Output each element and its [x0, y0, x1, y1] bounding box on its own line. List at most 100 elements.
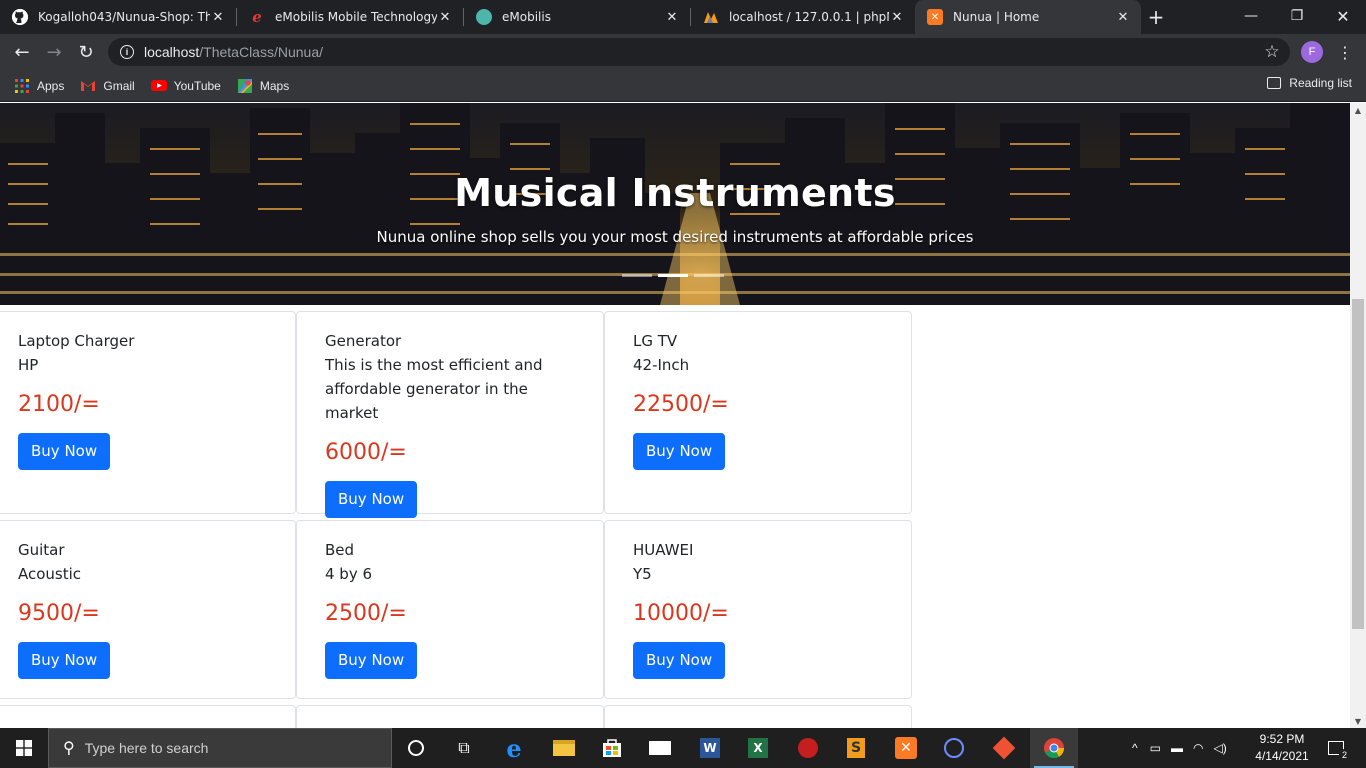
- scrollbar-thumb[interactable]: [1352, 299, 1364, 629]
- page-viewport: Musical Instruments Nunua online shop se…: [0, 103, 1350, 728]
- buy-now-button[interactable]: Buy Now: [18, 433, 111, 470]
- reading-list-button[interactable]: Reading list: [1267, 76, 1352, 90]
- microsoft-store-icon[interactable]: [588, 728, 636, 768]
- bookmark-youtube[interactable]: YouTube: [150, 78, 221, 94]
- carousel-indicator-2[interactable]: [658, 274, 688, 277]
- window-close-button[interactable]: ✕: [1320, 0, 1366, 32]
- carousel-indicator-3[interactable]: [694, 274, 724, 277]
- product-description: This is the most efficient and affordabl…: [325, 356, 543, 422]
- product-card-partial: [604, 705, 912, 728]
- taskbar-clock[interactable]: 9:52 PM 4/14/2021: [1252, 731, 1312, 765]
- product-description: 42-Inch: [633, 356, 690, 374]
- task-view-icon[interactable]: ⧉: [440, 728, 488, 768]
- page-scrollbar[interactable]: ▲ ▼: [1350, 103, 1366, 728]
- volume-icon[interactable]: ◁): [1213, 741, 1226, 755]
- tab-title: localhost / 127.0.0.1 | phpMyA: [729, 10, 889, 24]
- edge-browser-icon[interactable]: e: [490, 728, 538, 768]
- close-icon[interactable]: ✕: [437, 9, 453, 25]
- forward-arrow-icon[interactable]: →: [42, 40, 66, 64]
- product-price: 6000/=: [325, 440, 407, 465]
- restore-button[interactable]: ❐: [1274, 0, 1320, 32]
- product-price: 10000/=: [633, 601, 729, 626]
- profile-avatar[interactable]: F: [1301, 41, 1323, 63]
- wifi-icon[interactable]: ◠: [1193, 741, 1203, 755]
- excel-icon[interactable]: X: [734, 728, 782, 768]
- git-icon[interactable]: [980, 728, 1028, 768]
- close-icon[interactable]: ✕: [889, 9, 905, 25]
- product-card: LG TV 42-Inch 22500/= Buy Now: [604, 311, 912, 514]
- word-icon[interactable]: W: [686, 728, 734, 768]
- bookmark-gmail[interactable]: Gmail: [80, 78, 135, 94]
- battery-icon[interactable]: ▬: [1171, 741, 1183, 755]
- new-tab-button[interactable]: +: [1141, 0, 1171, 34]
- minimize-button[interactable]: —: [1228, 0, 1274, 32]
- scroll-up-arrow-icon[interactable]: ▲: [1350, 103, 1366, 117]
- reload-icon[interactable]: ↻: [74, 40, 98, 64]
- kebab-menu-icon[interactable]: ⋮: [1333, 40, 1357, 64]
- tab-emobilis[interactable]: eMobilis ✕: [464, 0, 690, 34]
- product-name: LG TV: [633, 332, 678, 350]
- bookmark-apps[interactable]: Apps: [14, 78, 64, 94]
- search-placeholder: Type here to search: [84, 740, 209, 756]
- tab-title: eMobilis: [502, 10, 551, 24]
- close-icon[interactable]: ✕: [210, 9, 226, 25]
- buy-now-button[interactable]: Buy Now: [18, 642, 111, 679]
- notification-count: 2: [1339, 749, 1350, 760]
- chevron-up-icon[interactable]: ^: [1132, 741, 1138, 755]
- bookmark-label: YouTube: [173, 78, 221, 93]
- bookmark-label: Gmail: [103, 78, 135, 93]
- product-description: 4 by 6: [325, 565, 373, 583]
- emobilis-globe-icon: [476, 9, 492, 25]
- xampp-icon: ✕: [927, 9, 943, 25]
- tab-emobilis-tech[interactable]: e eMobilis Mobile Technology In ✕: [237, 0, 463, 34]
- bookmarks-bar: Apps Gmail YouTube Maps: [0, 70, 1366, 102]
- emobilis-e-icon: e: [252, 8, 262, 26]
- app-red-icon[interactable]: [784, 728, 832, 768]
- bookmark-maps[interactable]: Maps: [237, 78, 289, 94]
- start-button[interactable]: [0, 728, 48, 768]
- hero-subtitle: Nunua online shop sells you your most de…: [376, 228, 974, 246]
- tab-github[interactable]: Kogalloh043/Nunua-Shop: Thi ✕: [0, 0, 236, 34]
- close-icon[interactable]: ✕: [664, 9, 680, 25]
- product-card: Laptop Charger HP 2100/= Buy Now: [0, 311, 296, 514]
- cortana-icon[interactable]: [392, 728, 440, 768]
- hero-title: Musical Instruments: [454, 171, 896, 215]
- product-card: Guitar Acoustic 9500/= Buy Now: [0, 520, 296, 699]
- address-bar[interactable]: i localhost/ThetaClass/Nunua/: [108, 38, 1290, 66]
- browser-tab-strip: Kogalloh043/Nunua-Shop: Thi ✕ e eMobilis…: [0, 0, 1366, 34]
- reading-list-label: Reading list: [1289, 76, 1352, 90]
- tab-title: Nunua | Home: [953, 10, 1040, 24]
- meet-now-icon[interactable]: ▭: [1150, 741, 1161, 755]
- github-icon: [12, 9, 28, 25]
- product-description: Acoustic: [18, 565, 82, 583]
- gmail-icon: [80, 78, 96, 94]
- app-blue-icon[interactable]: [930, 728, 978, 768]
- clock-date: 4/14/2021: [1255, 749, 1309, 763]
- reading-list-icon: [1267, 77, 1282, 89]
- site-info-icon[interactable]: i: [120, 45, 134, 59]
- scroll-down-arrow-icon[interactable]: ▼: [1350, 714, 1366, 728]
- phpmyadmin-icon: [703, 9, 719, 25]
- tab-phpmyadmin[interactable]: localhost / 127.0.0.1 | phpMyA ✕: [691, 0, 915, 34]
- sublime-text-icon[interactable]: S: [832, 728, 880, 768]
- buy-now-button[interactable]: Buy Now: [633, 642, 726, 679]
- buy-now-button[interactable]: Buy Now: [633, 433, 726, 470]
- notification-center-icon[interactable]: 2: [1316, 728, 1356, 768]
- back-arrow-icon[interactable]: ←: [10, 40, 34, 64]
- search-icon: ⚲: [63, 740, 75, 757]
- xampp-taskbar-icon[interactable]: ✕: [882, 728, 930, 768]
- chrome-icon[interactable]: [1030, 728, 1078, 768]
- buy-now-button[interactable]: Buy Now: [325, 481, 418, 518]
- mail-icon[interactable]: [636, 728, 684, 768]
- buy-now-button[interactable]: Buy Now: [325, 642, 418, 679]
- close-icon[interactable]: ✕: [1115, 9, 1131, 25]
- bookmark-star-icon[interactable]: ☆: [1260, 40, 1284, 64]
- youtube-icon: [150, 78, 167, 94]
- tab-nunua-home[interactable]: ✕ Nunua | Home ✕: [915, 0, 1141, 34]
- product-name: Laptop Charger: [18, 332, 135, 350]
- taskbar-search-box[interactable]: ⚲ Type here to search: [48, 728, 392, 768]
- carousel-indicator-1[interactable]: [622, 274, 652, 277]
- clock-time: 9:52 PM: [1259, 732, 1305, 746]
- product-card: HUAWEI Y5 10000/= Buy Now: [604, 520, 912, 699]
- file-explorer-icon[interactable]: [540, 728, 588, 768]
